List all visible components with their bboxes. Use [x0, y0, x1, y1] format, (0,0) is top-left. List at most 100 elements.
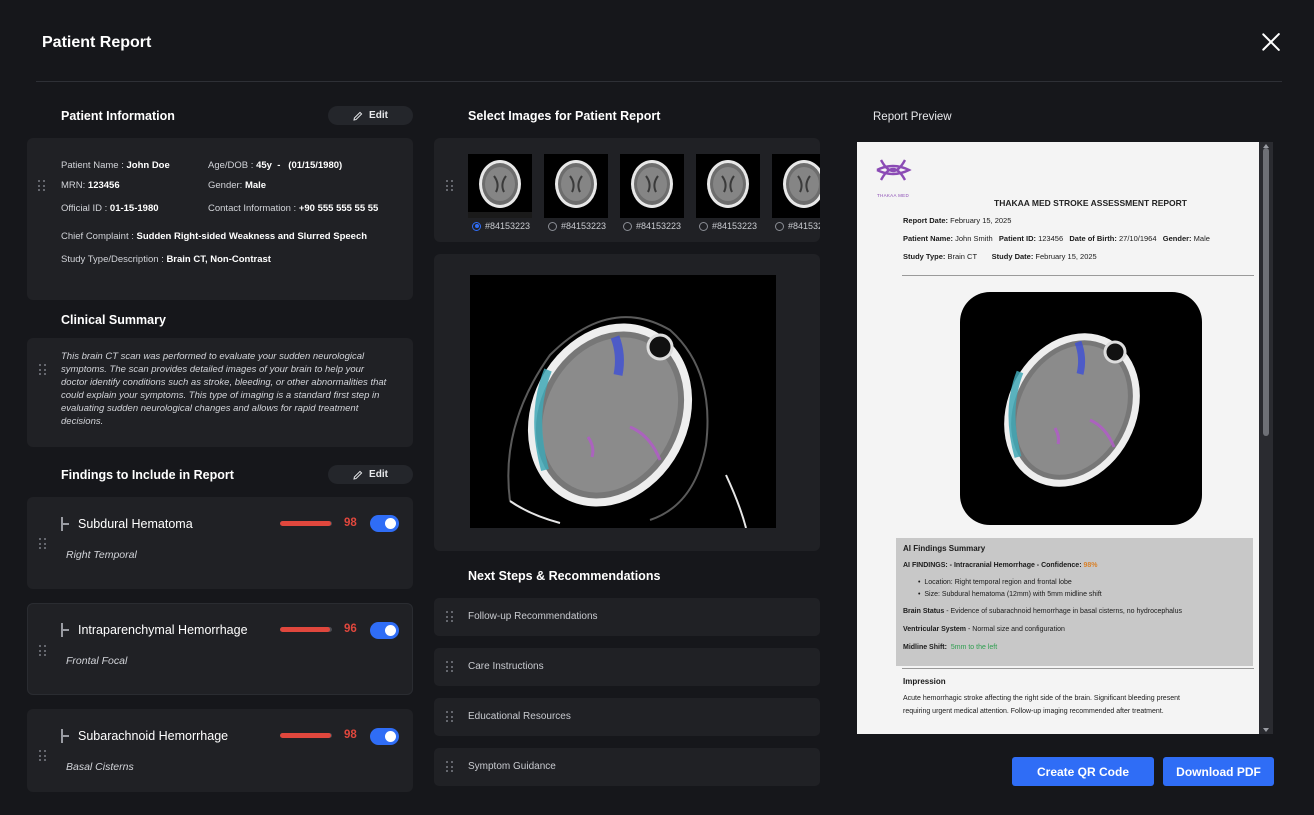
radio-icon[interactable]: [548, 221, 557, 231]
brain-ct-thumbnail-image: [555, 160, 597, 208]
drag-handle-icon[interactable]: [446, 661, 456, 673]
report-date-label: Report Date:: [903, 216, 949, 225]
scan-thumbnail[interactable]: [620, 154, 684, 218]
include-toggle[interactable]: [370, 728, 399, 745]
drag-handle-icon[interactable]: [446, 180, 456, 192]
thumbnail-select[interactable]: #84153223: [623, 221, 681, 231]
radio-icon[interactable]: [699, 221, 708, 231]
scan-thumbnail[interactable]: [696, 154, 760, 218]
ct-scan-main-image[interactable]: [470, 275, 776, 529]
finding-name: Subdural Hematoma: [78, 517, 193, 531]
scan-thumbnail[interactable]: [772, 154, 820, 218]
drag-handle-icon[interactable]: [446, 761, 456, 773]
finding-name: Intraparenchymal Hemorrhage: [78, 623, 248, 637]
drag-handle-icon[interactable]: [39, 538, 49, 550]
age-dob-row: Age/DOB : 45y - (01/15/1980): [208, 160, 342, 171]
create-qr-code-button[interactable]: Create QR Code: [1012, 757, 1154, 786]
patient-name-label: Patient Name :: [61, 160, 124, 171]
finding-location: Right Temporal: [66, 549, 137, 561]
drag-handle-icon[interactable]: [38, 180, 48, 192]
include-toggle[interactable]: [370, 622, 399, 639]
thumbnail-select[interactable]: #84153223: [699, 221, 757, 231]
ventricular-label: Ventricular System: [903, 626, 967, 633]
include-toggle[interactable]: [370, 515, 399, 532]
confidence-bar: [280, 627, 332, 632]
scroll-up-icon[interactable]: [1263, 143, 1269, 149]
pencil-icon: [353, 470, 363, 480]
edit-patient-info-button[interactable]: Edit: [328, 106, 413, 125]
edit-findings-button[interactable]: Edit: [328, 465, 413, 484]
edit-label: Edit: [369, 110, 388, 121]
pv-patient-name: John Smith: [955, 234, 993, 243]
mrn-label: MRN:: [61, 180, 86, 191]
bullet-text: Size: Subdural hematoma (12mm) with 5mm …: [924, 591, 1102, 598]
contact-label: Contact Information :: [208, 203, 297, 214]
drag-handle-icon[interactable]: [39, 750, 49, 762]
pv-study-type-label: Study Type:: [903, 252, 946, 261]
next-step-item[interactable]: Care Instructions: [434, 648, 820, 686]
report-ct-image: [960, 292, 1202, 525]
gender-value: Male: [244, 180, 267, 191]
finding-bullet: • Size: Subdural hematoma (12mm) with 5m…: [918, 591, 1102, 598]
pv-gender-label: Gender:: [1162, 234, 1192, 243]
complaint-label: Chief Complaint :: [61, 231, 134, 242]
drag-handle-icon[interactable]: [446, 611, 456, 623]
tree-branch-icon: [61, 623, 70, 637]
download-pdf-button[interactable]: Download PDF: [1163, 757, 1274, 786]
confidence-score: 98: [344, 517, 357, 529]
report-date-value: February 15, 2025: [950, 216, 1012, 225]
thumbnail-label: #84153223: [485, 221, 531, 231]
report-divider: [902, 275, 1254, 276]
confidence-score: 96: [344, 623, 357, 635]
drag-handle-icon[interactable]: [446, 711, 456, 723]
thumbnail-select[interactable]: #84153223: [472, 221, 530, 231]
next-step-item[interactable]: Educational Resources: [434, 698, 820, 736]
scroll-down-icon[interactable]: [1263, 727, 1269, 733]
brain-ct-image: [507, 316, 747, 529]
confidence-bar-fill: [280, 521, 331, 526]
pencil-icon: [353, 111, 363, 121]
official-id-value: 01-15-1980: [109, 203, 159, 214]
brain-ct-thumbnail-image: [631, 160, 673, 208]
age-dob-separator: -: [277, 160, 281, 171]
patient-name-value: John Doe: [126, 160, 170, 171]
thakaa-logo: THAKAA MED: [871, 152, 915, 202]
confidence-score: 98: [344, 729, 357, 741]
finding-location: Basal Cisterns: [66, 761, 134, 773]
pv-gender: Male: [1193, 234, 1210, 243]
finding-card: [27, 497, 413, 589]
brain-status-row: Brain Status - Evidence of subarachnoid …: [903, 608, 1182, 615]
report-title: THAKAA MED STROKE ASSESSMENT REPORT: [994, 198, 1187, 208]
header-divider: [36, 81, 1282, 82]
thumbnail-label: #84153223: [636, 221, 682, 231]
confidence-bar: [280, 521, 332, 526]
patient-details-row: Patient Name: John Smith Patient ID: 123…: [903, 234, 1210, 243]
thumbnail-label: #84153223: [561, 221, 607, 231]
close-icon[interactable]: [1258, 29, 1284, 55]
thumbnail-viewport: #84153223 #84153223 #84153223 #84153223 …: [468, 150, 820, 242]
drag-handle-icon[interactable]: [39, 645, 49, 657]
thumbnail-select[interactable]: #84153223: [548, 221, 606, 231]
drag-handle-icon[interactable]: [39, 364, 49, 376]
next-step-label: Follow-up Recommendations: [468, 611, 598, 622]
radio-icon[interactable]: [775, 221, 784, 231]
finding-location: Frontal Focal: [66, 655, 128, 667]
finding-card: [27, 709, 413, 792]
ventricular-row: Ventricular System - Normal size and con…: [903, 626, 1065, 633]
next-step-item[interactable]: Follow-up Recommendations: [434, 598, 820, 636]
logo-text: THAKAA MED: [876, 193, 909, 198]
preview-scrollbar-thumb[interactable]: [1263, 148, 1269, 436]
scan-thumbnail[interactable]: [544, 154, 608, 218]
confidence-bar-fill: [280, 733, 331, 738]
gender-label: Gender:: [208, 180, 243, 191]
study-details-row: Study Type: Brain CT Study Date: Februar…: [903, 252, 1097, 261]
next-step-label: Symptom Guidance: [468, 761, 556, 772]
thumbnail-select[interactable]: #84153223: [775, 221, 820, 231]
patient-report-modal: Patient Report Patient Information Edit …: [0, 0, 1314, 815]
report-preview-document[interactable]: THAKAA MED THAKAA MED STROKE ASSESSMENT …: [857, 142, 1273, 734]
radio-icon[interactable]: [623, 221, 632, 231]
scan-thumbnail[interactable]: [468, 154, 532, 218]
radio-selected-icon[interactable]: [472, 221, 481, 231]
brain-status-value: - Evidence of subarachnoid hemorrhage in…: [946, 608, 1182, 615]
next-step-item[interactable]: Symptom Guidance: [434, 748, 820, 786]
